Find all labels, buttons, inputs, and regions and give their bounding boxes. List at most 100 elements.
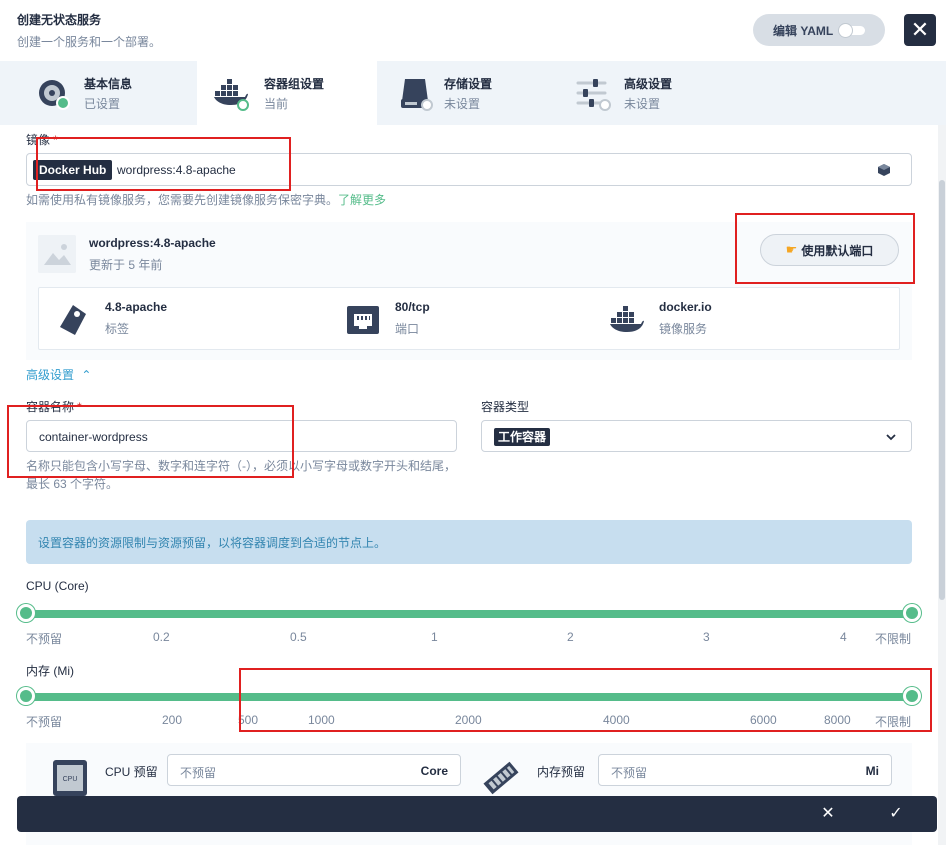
- memory-tick: 2000: [455, 713, 482, 727]
- cube-icon[interactable]: [877, 163, 891, 177]
- registry-value: docker.io: [659, 300, 712, 314]
- image-info-card: 4.8-apache 标签 80/tcp 端口 docker.io 镜像服务: [38, 287, 900, 350]
- cpu-tick: 不限制: [875, 632, 912, 646]
- modal-description: 创建一个服务和一个部署。: [17, 35, 162, 49]
- step-tabs: 基本信息 已设置 容器组设置 当前 存储设置 未设置 高级设置 未设置: [0, 61, 946, 125]
- edit-yaml-toggle[interactable]: 编辑 YAML: [753, 14, 885, 46]
- cpu-reservation-input[interactable]: 不预留 Core: [167, 754, 461, 786]
- resource-info-banner: 设置容器的资源限制与资源预留，以将容器调度到合适的节点上。: [26, 520, 912, 564]
- port-label: 端口: [395, 322, 420, 336]
- container-name-value: container-wordpress: [39, 430, 148, 444]
- memory-tick: 8000: [824, 713, 851, 727]
- pointing-hand-icon: ☛: [785, 242, 798, 257]
- scrollbar-thumb[interactable]: [939, 180, 945, 600]
- modal-title: 创建无状态服务: [17, 13, 102, 27]
- memory-reservation-input[interactable]: 不预留 Mi: [598, 754, 892, 786]
- tab-status: 当前: [264, 97, 289, 111]
- cpu-tick: 3: [703, 630, 710, 644]
- use-default-ports-button[interactable]: ☛ 使用默认端口: [760, 234, 899, 266]
- modal-header: 创建无状态服务 创建一个服务和一个部署。 编辑 YAML ✕: [0, 0, 946, 61]
- memory-unit: Mi: [865, 764, 879, 778]
- container-name-label: 容器名称 *: [26, 400, 82, 414]
- registry-badge: Docker Hub: [33, 160, 113, 180]
- learn-more-link[interactable]: 了解更多: [338, 193, 386, 207]
- memory-slider-label: 内存 (Mi): [26, 664, 74, 678]
- tab-advanced-settings[interactable]: 高级设置 未设置: [557, 61, 737, 125]
- memory-tick: 500: [238, 713, 259, 727]
- cpu-chip-icon: CPU: [53, 760, 87, 796]
- docker-icon: [214, 79, 249, 111]
- tab-status: 已设置: [84, 97, 121, 111]
- tab-label: 基本信息: [84, 77, 133, 91]
- edit-yaml-label: 编辑 YAML: [773, 23, 834, 38]
- cpu-tick: 不预留: [26, 632, 63, 646]
- cpu-slider[interactable]: [17, 604, 921, 624]
- memory-tick: 1000: [308, 713, 335, 727]
- cpu-tick: 4: [840, 630, 847, 644]
- tag-icon: [60, 305, 86, 335]
- cpu-tick: 2: [567, 630, 574, 644]
- memory-reservation-placeholder: 不预留: [611, 766, 648, 780]
- memory-stick-icon: [483, 761, 519, 795]
- memory-tick: 不限制: [875, 715, 912, 729]
- tab-status: 未设置: [444, 97, 481, 111]
- tag-value: 4.8-apache: [105, 300, 168, 314]
- basic-info-icon: [39, 80, 70, 110]
- cpu-slider-track[interactable]: [26, 610, 912, 618]
- cpu-slider-max-handle[interactable]: [903, 604, 921, 622]
- image-value: wordpress:4.8-apache: [117, 163, 236, 177]
- storage-icon: [401, 79, 433, 111]
- tag-label: 标签: [105, 322, 130, 336]
- cpu-tick: 0.5: [290, 630, 307, 644]
- registry-label: 镜像服务: [659, 322, 708, 336]
- memory-slider[interactable]: [17, 687, 921, 707]
- bottom-action-bar: ✕ ✓: [17, 796, 937, 832]
- tab-label: 存储设置: [444, 77, 493, 91]
- container-type-label: 容器类型: [481, 400, 530, 414]
- toggle-switch-icon: [839, 24, 865, 37]
- close-button[interactable]: ✕: [904, 14, 936, 46]
- tab-label: 容器组设置: [264, 77, 325, 91]
- container-name-hint: 名称只能包含小写字母、数字和连字符（-），必须以小写字母或数字开头和结尾，最长 …: [26, 459, 456, 491]
- chevron-down-icon: [886, 434, 896, 441]
- memory-slider-max-handle[interactable]: [903, 687, 921, 705]
- advanced-settings-icon: [576, 79, 611, 111]
- container-type-select[interactable]: 工作容器: [481, 420, 912, 452]
- advanced-settings-toggle[interactable]: 高级设置 ⌃: [26, 366, 91, 383]
- use-default-ports-label: 使用默认端口: [801, 243, 874, 258]
- tab-storage-settings[interactable]: 存储设置 未设置: [377, 61, 557, 125]
- memory-reservation-label: 内存预留: [537, 765, 586, 779]
- form-content: 镜像 * Docker Hub wordpress:4.8-apache 如需使用…: [0, 125, 938, 845]
- tab-status: 未设置: [624, 97, 661, 111]
- cancel-button[interactable]: ✕: [810, 796, 846, 832]
- memory-tick: 4000: [603, 713, 630, 727]
- container-name-input[interactable]: container-wordpress: [26, 420, 457, 452]
- image-detail-panel: wordpress:4.8-apache 更新于 5 年前 ☛ 使用默认端口 4…: [26, 222, 912, 360]
- memory-tick: 200: [162, 713, 183, 727]
- memory-slider-track[interactable]: [26, 693, 912, 701]
- confirm-button[interactable]: ✓: [878, 796, 914, 832]
- chevron-up-icon: ⌃: [81, 368, 92, 382]
- docker-icon: [610, 306, 644, 332]
- image-placeholder-icon: [38, 235, 76, 273]
- image-search-input[interactable]: Docker Hub wordpress:4.8-apache: [26, 153, 912, 186]
- cpu-slider-label: CPU (Core): [26, 579, 89, 593]
- image-hint: 如需使用私有镜像服务，您需要先创建镜像服务保密字典。了解更多: [26, 193, 387, 207]
- cpu-reservation-label: CPU 预留: [105, 765, 158, 779]
- tab-basic-info[interactable]: 基本信息 已设置: [0, 61, 180, 125]
- tab-container-settings[interactable]: 容器组设置 当前: [197, 61, 377, 125]
- cpu-tick: 1: [431, 630, 438, 644]
- image-name: wordpress:4.8-apache: [89, 236, 216, 250]
- content-scrollbar[interactable]: [938, 125, 946, 845]
- memory-tick: 不预留: [26, 715, 63, 729]
- image-updated-time: 更新于 5 年前: [89, 258, 163, 272]
- memory-tick: 6000: [750, 713, 777, 727]
- ethernet-port-icon: [347, 306, 379, 334]
- cpu-reservation-placeholder: 不预留: [180, 766, 217, 780]
- cpu-unit: Core: [420, 764, 448, 778]
- cpu-slider-min-handle[interactable]: [17, 604, 35, 622]
- svg-text:CPU: CPU: [63, 776, 78, 783]
- cpu-tick: 0.2: [153, 630, 170, 644]
- memory-slider-min-handle[interactable]: [17, 687, 35, 705]
- container-type-value: 工作容器: [494, 428, 551, 446]
